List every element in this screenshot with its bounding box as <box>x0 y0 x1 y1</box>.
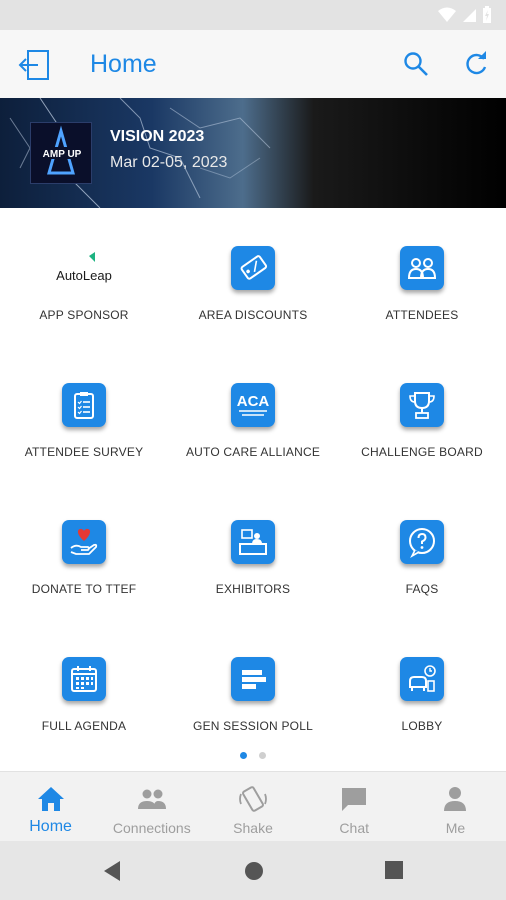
tile-label: ATTENDEE SURVEY <box>24 445 144 459</box>
status-bar <box>0 0 506 30</box>
page-dot-1[interactable] <box>240 752 247 759</box>
tile-label: FULL AGENDA <box>41 719 127 733</box>
recents-square-icon[interactable] <box>384 860 404 880</box>
system-nav-bar <box>0 841 506 900</box>
tile-attendees[interactable]: ATTENDEES <box>338 208 506 338</box>
exit-icon[interactable] <box>18 48 52 82</box>
tile-challenge-board[interactable]: CHALLENGE BOARD <box>338 345 506 475</box>
tab-label: Connections <box>112 820 191 836</box>
tile-label: GEN SESSION POLL <box>193 719 313 733</box>
connections-icon <box>137 784 167 814</box>
people-icon <box>400 246 444 290</box>
tile-label: CHALLENGE BOARD <box>361 445 483 459</box>
tab-label: Home <box>29 818 72 835</box>
booth-icon <box>231 520 275 564</box>
tile-app-sponsor[interactable]: AutoLeap APP SPONSOR <box>0 208 168 338</box>
wifi-icon <box>438 7 456 22</box>
tile-attendee-survey[interactable]: ATTENDEE SURVEY <box>0 345 168 475</box>
tile-label: FAQS <box>405 582 439 596</box>
page-dot-2[interactable] <box>259 752 266 759</box>
home-circle-icon[interactable] <box>243 860 265 882</box>
battery-icon <box>483 6 491 23</box>
tab-connections[interactable]: Connections <box>101 772 202 841</box>
sponsor-name: AutoLeap <box>56 268 112 283</box>
tile-label: AREA DISCOUNTS <box>198 308 308 322</box>
page-title: Home <box>90 50 157 78</box>
tile-donate-to-ttef[interactable]: DONATE TO TTEF <box>0 482 168 612</box>
tile-exhibitors[interactable]: EXHIBITORS <box>169 482 337 612</box>
back-triangle-icon[interactable] <box>102 860 122 882</box>
tile-lobby[interactable]: LOBBY <box>338 619 506 749</box>
event-dates: Mar 02-05, 2023 <box>110 154 228 171</box>
tile-label: APP SPONSOR <box>39 308 129 322</box>
tile-label: DONATE TO TTEF <box>31 582 137 596</box>
tile-label: AUTO CARE ALLIANCE <box>185 445 321 459</box>
tile-label: LOBBY <box>401 719 443 733</box>
page-indicator <box>0 752 506 759</box>
person-icon <box>440 784 470 814</box>
tab-chat[interactable]: Chat <box>304 772 405 841</box>
heart-hand-icon <box>62 520 106 564</box>
discount-tag-icon <box>231 246 275 290</box>
tab-shake[interactable]: Shake <box>202 772 303 841</box>
refresh-icon[interactable] <box>462 50 490 78</box>
question-bubble-icon <box>400 520 444 564</box>
feature-grid: AutoLeap APP SPONSOR AREA DISCOUNTS ATTE… <box>0 208 506 770</box>
lobby-icon <box>400 657 444 701</box>
bottom-tab-bar: Home Connections Shake Chat Me <box>0 771 506 841</box>
event-banner[interactable]: AMP UP VISION 2023 Mar 02-05, 2023 <box>0 98 506 208</box>
tab-home[interactable]: Home <box>0 772 101 841</box>
tab-label: Shake <box>233 820 273 836</box>
tile-label: ATTENDEES <box>385 308 459 322</box>
app-bar: Home <box>0 30 506 98</box>
tile-gen-session-poll[interactable]: GEN SESSION POLL <box>169 619 337 749</box>
tile-faqs[interactable]: FAQS <box>338 482 506 612</box>
event-logo: AMP UP <box>30 122 92 184</box>
search-icon[interactable] <box>402 50 430 78</box>
logo-text: AMP UP <box>43 149 82 160</box>
event-name: VISION 2023 <box>110 128 205 145</box>
poll-icon <box>231 657 275 701</box>
chat-icon <box>339 784 369 814</box>
aca-logo-icon: ACA <box>231 383 275 427</box>
autoleap-logo: AutoLeap <box>49 246 119 290</box>
trophy-icon <box>400 383 444 427</box>
tile-label: EXHIBITORS <box>215 582 291 596</box>
tile-full-agenda[interactable]: FULL AGENDA <box>0 619 168 749</box>
home-icon <box>36 784 66 814</box>
tile-area-discounts[interactable]: AREA DISCOUNTS <box>169 208 337 338</box>
tab-label: Me <box>445 820 466 836</box>
tab-label: Chat <box>339 820 369 836</box>
calendar-icon <box>62 657 106 701</box>
clipboard-icon <box>62 383 106 427</box>
tab-me[interactable]: Me <box>405 772 506 841</box>
shake-icon <box>238 784 268 814</box>
aca-badge-text: ACA <box>237 393 270 410</box>
tile-auto-care-alliance[interactable]: ACA AUTO CARE ALLIANCE <box>169 345 337 475</box>
signal-icon <box>463 9 476 22</box>
